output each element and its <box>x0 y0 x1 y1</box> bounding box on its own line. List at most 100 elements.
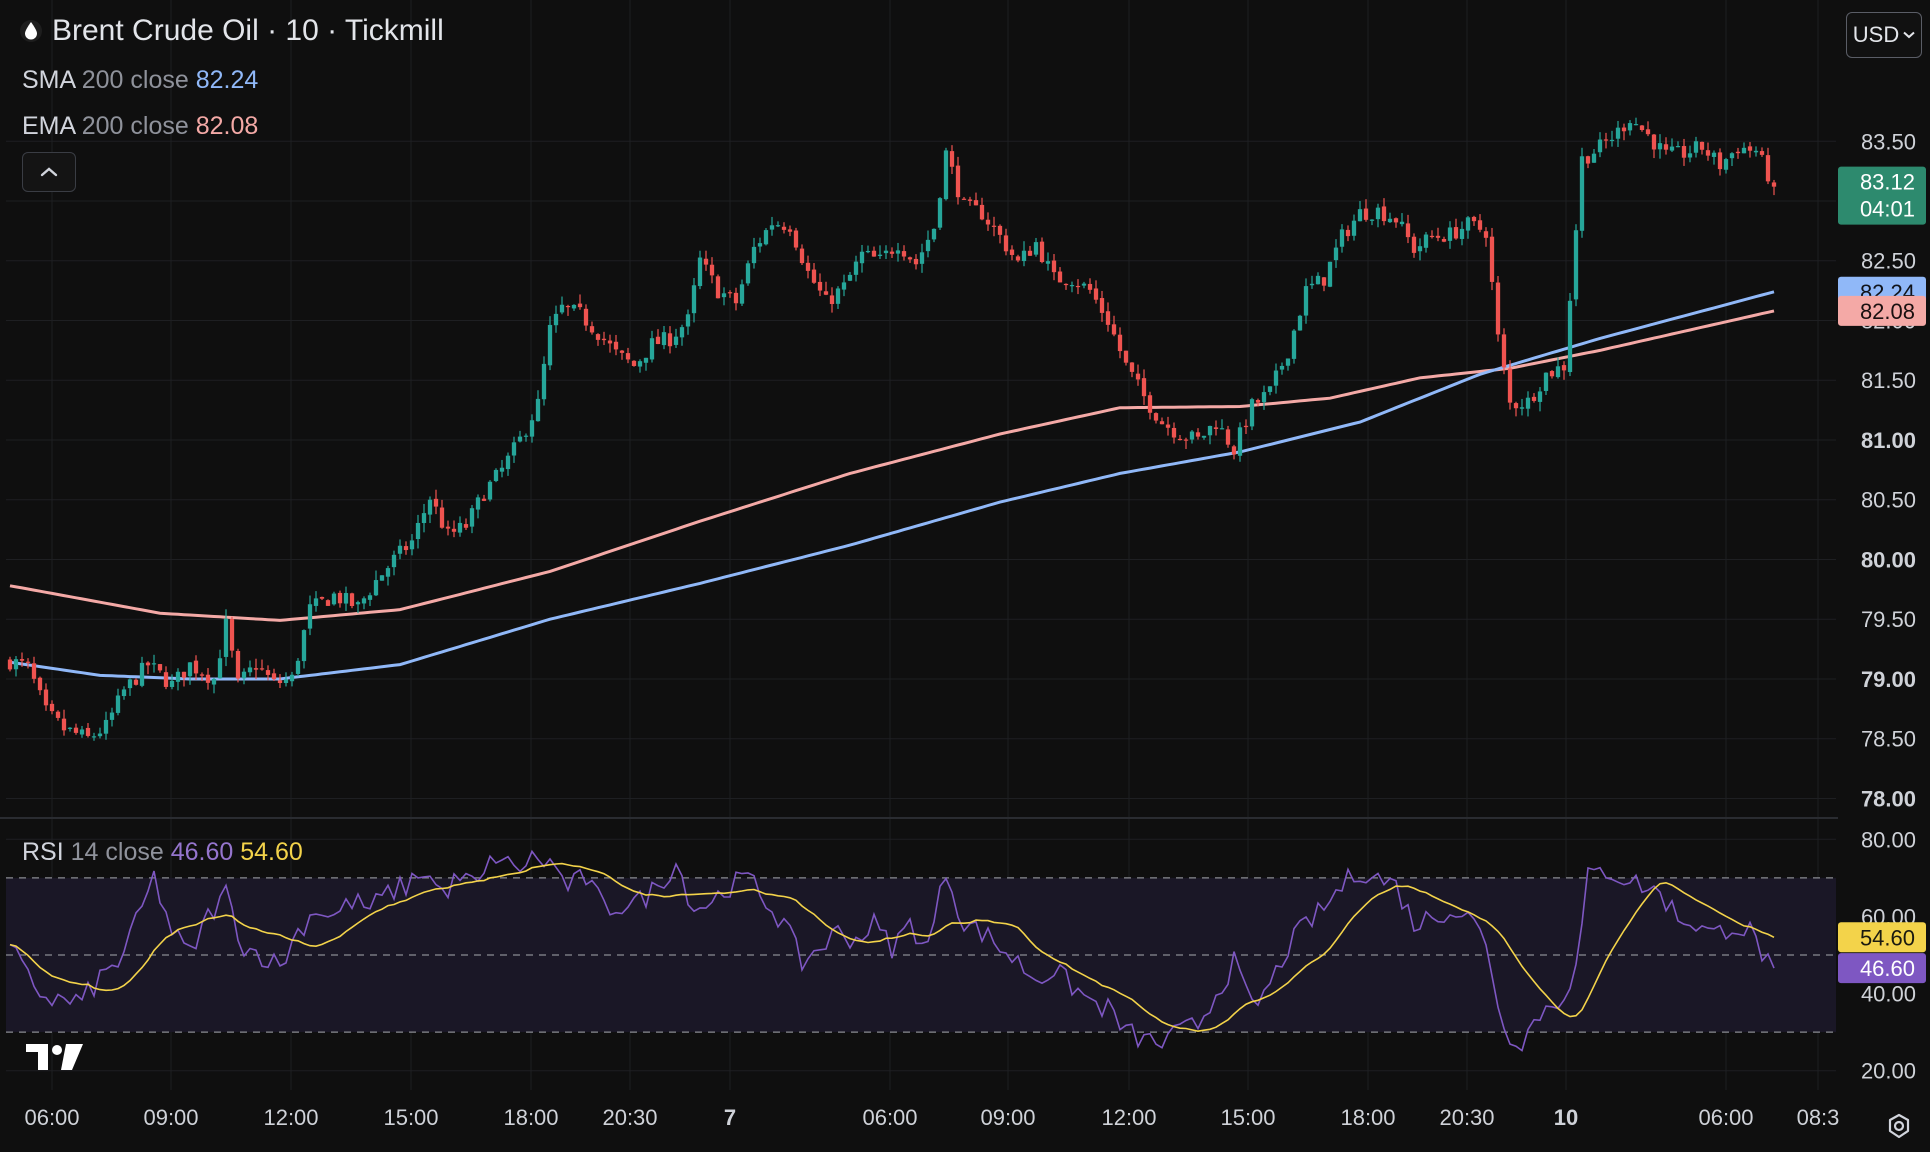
candle <box>241 668 247 685</box>
candle-body <box>121 689 127 697</box>
candle-body <box>541 363 547 400</box>
candle <box>43 683 49 711</box>
candle <box>79 725 85 738</box>
currency-selector-button[interactable]: USD <box>1846 12 1922 58</box>
candle-body <box>535 398 541 422</box>
candle-body <box>85 727 91 736</box>
candle <box>205 668 211 690</box>
candle-body <box>187 662 193 677</box>
candle <box>679 324 685 346</box>
candle <box>1621 123 1627 141</box>
time-axis-label: 06:00 <box>862 1105 917 1130</box>
candle-body <box>1273 370 1279 386</box>
candle-body <box>613 341 619 350</box>
candle <box>613 334 619 356</box>
candle-body <box>1039 241 1045 263</box>
candle-body <box>1375 207 1381 220</box>
settings-gear-icon[interactable] <box>1884 1112 1914 1142</box>
candle-body <box>901 251 907 257</box>
candle-body <box>151 663 157 665</box>
last-price-badge-value: 83.12 <box>1860 170 1915 195</box>
candle-body <box>1711 152 1717 157</box>
candle <box>361 596 367 610</box>
candle-body <box>157 664 163 671</box>
time-axis-label: 15:00 <box>1220 1105 1275 1130</box>
candle <box>49 700 55 715</box>
legend-sma[interactable]: SMA 200 close 82.24 <box>22 66 258 95</box>
candle-body <box>973 200 979 206</box>
candle-body <box>559 304 565 313</box>
legend-rsi-name: RSI <box>22 838 64 866</box>
candle-body <box>667 333 673 347</box>
candle <box>1465 216 1471 239</box>
candle-body <box>97 733 103 737</box>
candle-body <box>409 540 415 550</box>
candle-body <box>511 442 517 456</box>
candle-body <box>385 568 391 577</box>
candle-body <box>1645 129 1651 135</box>
candle <box>235 648 241 683</box>
symbol-title: Brent Crude Oil · 10 · Tickmill <box>52 14 444 47</box>
candle-body <box>1255 399 1261 403</box>
candle-body <box>643 357 649 363</box>
collapse-legend-button[interactable] <box>22 152 76 192</box>
chart-title-row[interactable]: Brent Crude Oil · 10 · Tickmill <box>20 14 444 48</box>
candle-body <box>421 513 427 524</box>
candle-body <box>553 313 559 326</box>
candle <box>1453 218 1459 240</box>
candle <box>145 661 151 675</box>
candle-body <box>31 663 37 679</box>
chevron-down-icon <box>1903 31 1915 39</box>
candle-body <box>757 243 763 247</box>
candle-body <box>337 592 343 604</box>
candle-body <box>1279 365 1285 370</box>
candle <box>523 433 529 442</box>
candle-body <box>55 711 61 718</box>
candle-body <box>1219 428 1225 430</box>
candle <box>1303 278 1309 324</box>
candle-body <box>1705 150 1711 156</box>
candle-body <box>139 662 145 686</box>
candle <box>1117 327 1123 359</box>
candle <box>571 304 577 311</box>
candle <box>211 677 217 694</box>
candle <box>187 662 193 685</box>
candle-body <box>1741 147 1747 154</box>
tradingview-logo[interactable] <box>26 1042 84 1072</box>
time-axis-label: 12:00 <box>263 1105 318 1130</box>
candle <box>787 225 793 237</box>
candle <box>1213 420 1219 436</box>
candle <box>529 414 535 443</box>
candle <box>1345 225 1351 242</box>
candle <box>643 357 649 371</box>
candle-body <box>1477 220 1483 230</box>
legend-rsi[interactable]: RSI 14 close 46.60 54.60 <box>22 838 303 867</box>
time-axis-label: 06:00 <box>24 1105 79 1130</box>
candle <box>1021 241 1027 267</box>
candle <box>793 227 799 251</box>
candle-body <box>1147 395 1153 413</box>
candle <box>67 727 73 732</box>
candle <box>1231 444 1237 460</box>
candle-body <box>1027 250 1033 256</box>
candle <box>595 333 601 346</box>
candle <box>1051 254 1057 281</box>
candle <box>37 676 43 696</box>
candle-body <box>841 282 847 290</box>
legend-ema-value: 82.08 <box>195 112 259 140</box>
legend-ema[interactable]: EMA 200 close 82.08 <box>22 112 258 141</box>
candle <box>421 503 427 533</box>
candle-body <box>1069 285 1075 287</box>
price-axis-label: 78.50 <box>1861 727 1916 752</box>
candle-body <box>595 334 601 340</box>
chart-canvas[interactable]: 83.5083.0082.5082.0081.5081.0080.5080.00… <box>0 0 1930 1152</box>
candle <box>991 216 997 237</box>
candle-body <box>163 672 169 687</box>
candle-body <box>445 526 451 529</box>
candle-body <box>133 679 139 685</box>
candle <box>115 688 121 716</box>
candle-body <box>1531 396 1537 401</box>
candle <box>487 480 493 502</box>
candle-body <box>907 257 913 260</box>
candle <box>271 668 277 681</box>
